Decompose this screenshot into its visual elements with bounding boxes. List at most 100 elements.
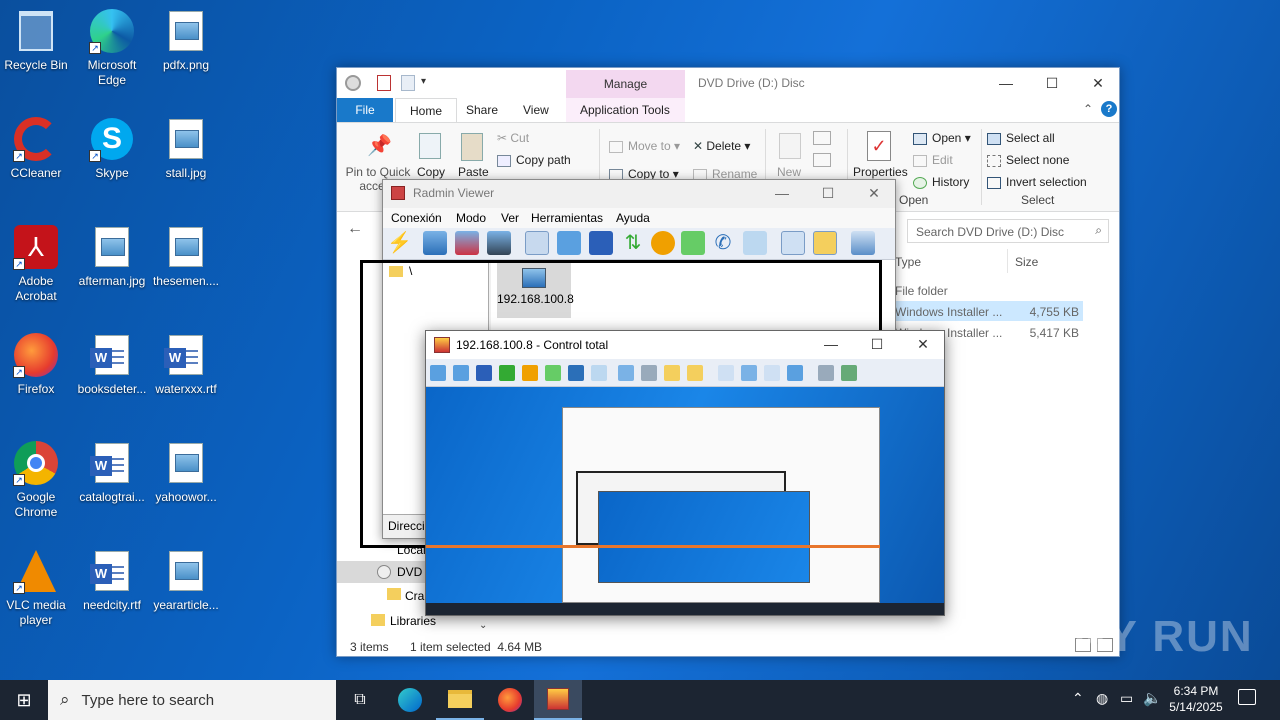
desktop-icon-word-doc[interactable]: Wcatalogtrai... — [74, 440, 150, 505]
easy-access-icon[interactable] — [813, 153, 831, 167]
add-connection-icon[interactable] — [423, 231, 447, 255]
tab-share[interactable]: Share — [452, 98, 512, 122]
desktop-icon-acrobat[interactable]: ⅄ ↗ Adobe Acrobat — [0, 224, 74, 304]
back-arrow-icon[interactable]: ← — [347, 220, 363, 238]
desktop-icon-recycle-bin[interactable]: Recycle Bin — [0, 8, 74, 73]
search-input[interactable]: Search DVD Drive (D:) Disc — [916, 225, 1064, 239]
clipboard-get-icon[interactable] — [664, 365, 680, 381]
full-control-icon[interactable] — [430, 365, 446, 381]
select-none-button[interactable]: Select none — [987, 153, 1069, 167]
start-button[interactable]: ⊞ — [0, 680, 48, 720]
qat-dropdown-icon[interactable]: ▾ — [421, 76, 426, 87]
tree-root[interactable]: \ — [409, 264, 412, 278]
desktop-icon-chrome[interactable]: ↗ Google Chrome — [0, 440, 74, 520]
full-control-icon[interactable] — [525, 231, 549, 255]
view-only-icon[interactable] — [453, 365, 469, 381]
host-item[interactable]: 192.168.100.8 — [497, 262, 574, 318]
radmin-maximize-button[interactable]: ☐ — [805, 178, 851, 208]
taskbar-radmin-icon[interactable] — [534, 680, 582, 720]
close-button[interactable]: ✕ — [1075, 68, 1121, 98]
large-icons-icon[interactable] — [781, 231, 805, 255]
tray-chevron-icon[interactable]: ⌃ — [1072, 690, 1084, 707]
history-button[interactable]: History — [913, 175, 969, 189]
voice-chat-icon[interactable] — [568, 365, 584, 381]
shutdown-icon[interactable] — [522, 365, 538, 381]
desktop-icon-word-doc[interactable]: Wneedcity.rtf — [74, 548, 150, 613]
stretch-view-icon[interactable] — [741, 365, 757, 381]
taskbar-search[interactable]: ⌕ Type here to search — [48, 680, 336, 720]
desktop-icon-vlc[interactable]: ↗ VLC media player — [0, 548, 74, 628]
menu-ver[interactable]: Ver — [501, 211, 519, 225]
file-transfer-icon[interactable]: ⇅ — [621, 231, 645, 255]
nav-scroll-down-icon[interactable]: ⌄ — [479, 620, 487, 631]
desktop-icon-image-file[interactable]: stall.jpg — [148, 116, 224, 181]
qat-newfolder-icon[interactable] — [401, 75, 415, 91]
settings-icon[interactable] — [841, 365, 857, 381]
scan-network-icon[interactable] — [851, 231, 875, 255]
taskbar-firefox-icon[interactable] — [486, 680, 534, 720]
connect-icon[interactable]: ⚡ — [387, 231, 412, 255]
open-button[interactable]: Open ▾ — [913, 131, 971, 145]
search-box[interactable]: Search DVD Drive (D:) Disc ⌕ — [907, 219, 1109, 243]
scale-icon[interactable] — [787, 365, 803, 381]
normal-view-icon[interactable] — [718, 365, 734, 381]
copy-path-button[interactable]: Copy path — [497, 153, 571, 167]
control-minimize-button[interactable]: — — [808, 329, 854, 359]
tray-security-icon[interactable]: ◍ — [1096, 690, 1108, 707]
tab-home[interactable]: Home — [395, 98, 458, 122]
properties-button[interactable]: Properties — [853, 165, 908, 179]
invert-selection-button[interactable]: Invert selection — [987, 175, 1087, 189]
chat-icon[interactable] — [545, 365, 561, 381]
desktop-icon-image-file[interactable]: pdfx.png — [148, 8, 224, 73]
menu-ayuda[interactable]: Ayuda — [616, 211, 650, 225]
paste-button[interactable]: Paste — [458, 165, 489, 179]
column-size[interactable]: Size — [1015, 255, 1038, 269]
help-icon[interactable]: ? — [1101, 101, 1117, 117]
telnet-icon[interactable] — [476, 365, 492, 381]
desktop-icon-image-file[interactable]: yeararticle... — [148, 548, 224, 613]
desktop-icon-word-doc[interactable]: Wbooksdeter... — [74, 332, 150, 397]
minimize-button[interactable]: — — [983, 68, 1029, 98]
remote-screen[interactable] — [426, 387, 944, 615]
menu-herramientas[interactable]: Herramientas — [531, 211, 603, 225]
column-type[interactable]: Type — [895, 255, 921, 269]
screenshot-icon[interactable] — [818, 365, 834, 381]
edit-button[interactable]: Edit — [913, 153, 953, 167]
file-transfer-icon[interactable] — [499, 365, 515, 381]
file-row-selected[interactable]: Windows Installer ... 4,755 KB — [893, 301, 1083, 321]
notifications-icon[interactable] — [1238, 689, 1256, 705]
copy-button[interactable]: Copy — [417, 165, 445, 179]
tray-network-icon[interactable]: ▭ — [1120, 690, 1133, 707]
send-message-icon[interactable] — [743, 231, 767, 255]
desktop-icon-image-file[interactable]: thesemen.... — [148, 224, 224, 289]
view-only-icon[interactable] — [557, 231, 581, 255]
tab-view[interactable]: View — [509, 98, 563, 122]
desktop-icon-word-doc[interactable]: Wwaterxxx.rtf — [148, 332, 224, 397]
tray-clock[interactable]: 6:34 PM 5/14/2025 — [1166, 683, 1226, 715]
select-all-button[interactable]: Select all — [987, 131, 1055, 145]
shutdown-icon[interactable] — [651, 231, 675, 255]
delete-button[interactable]: ✕ Delete ▾ — [693, 139, 750, 153]
cut-button[interactable]: ✂ Cut — [497, 131, 529, 145]
move-to-button[interactable]: Move to ▾ — [609, 139, 680, 153]
taskbar-search-input[interactable]: Type here to search — [82, 692, 215, 709]
control-close-button[interactable]: ✕ — [900, 329, 946, 359]
new-button[interactable]: New — [777, 165, 801, 179]
desktop-icon-image-file[interactable]: yahoowor... — [148, 440, 224, 505]
menu-modo[interactable]: Modo — [456, 211, 486, 225]
clipboard-put-icon[interactable] — [687, 365, 703, 381]
send-message-icon[interactable] — [591, 365, 607, 381]
desktop-icon-ccleaner[interactable]: ↗ CCleaner — [0, 116, 74, 181]
menu-conexion[interactable]: Conexión — [391, 211, 442, 225]
phonebook-icon[interactable] — [813, 231, 837, 255]
ribbon-collapse-icon[interactable]: ⌃ — [1083, 102, 1093, 116]
column-divider[interactable] — [1007, 249, 1008, 273]
task-view-icon[interactable]: ⧉ — [336, 680, 384, 720]
remote-icon[interactable] — [641, 365, 657, 381]
radmin-close-button[interactable]: ✕ — [851, 178, 897, 208]
telnet-icon[interactable] — [589, 231, 613, 255]
radmin-minimize-button[interactable]: — — [759, 178, 805, 208]
chat-icon[interactable] — [681, 231, 705, 255]
control-maximize-button[interactable]: ☐ — [854, 329, 900, 359]
connection-properties-icon[interactable] — [487, 231, 511, 255]
